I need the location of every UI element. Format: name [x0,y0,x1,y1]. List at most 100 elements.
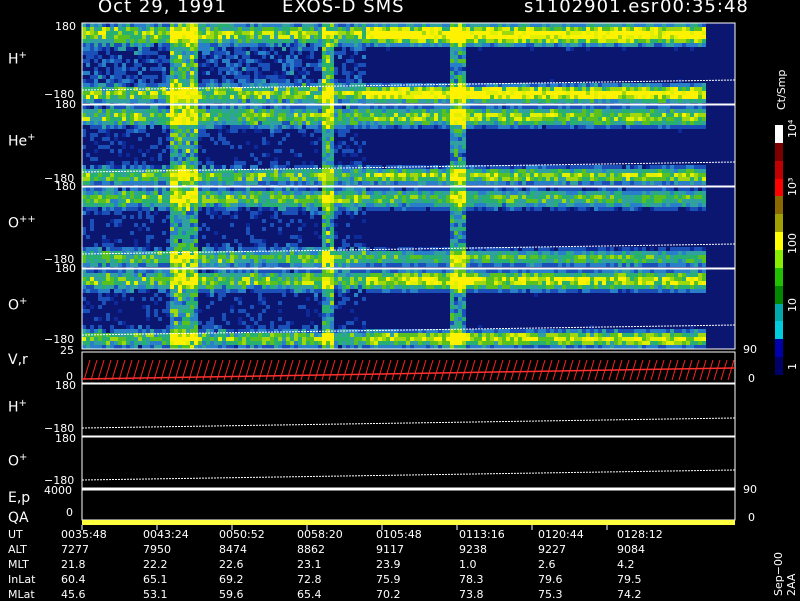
spectrogram-cell [458,55,462,59]
spectrogram-cell [326,125,330,129]
spectrogram-cell [82,259,86,263]
spectrogram-cell [226,105,230,109]
spectrogram-cell [154,181,158,185]
spectrogram-cell [462,43,466,47]
spectrogram-cell [186,219,190,223]
spectrogram-cell [494,113,498,117]
spectrogram-cell [138,99,142,103]
spectrogram-cell [142,59,146,63]
spectrogram-cell [566,181,570,185]
spectrogram-cell [150,43,154,47]
spectrogram-cell [462,47,466,51]
spectrogram-cell [514,43,518,47]
spectrogram-cell [402,121,406,125]
spectrogram-cell [418,27,422,31]
spectrogram-cell [454,71,458,75]
spectrogram-cell [614,39,618,43]
spectrogram-cell [478,47,482,51]
spectrogram-cell [594,39,598,43]
spectrogram-cell [622,181,626,185]
spectrogram-cell [366,31,370,35]
spectrogram-cell [298,71,302,75]
spectrogram-cell [94,181,98,185]
spectrogram-cell [578,23,582,27]
spectrogram-cell [446,117,450,121]
spectrogram-cell [82,133,86,137]
spectrogram-cell [130,27,134,31]
spectrogram-cell [314,95,318,99]
spectrogram-cell [194,169,198,173]
spectrogram-cell [242,109,246,113]
spectrogram-cell [194,219,198,223]
spectrogram-cell [490,117,494,121]
spectrogram-cell [306,27,310,31]
spectrogram-cell [470,173,474,177]
spectrogram-cell [662,23,666,27]
spectrogram-cell [694,113,698,117]
spectrogram-cell [162,187,166,191]
spectrogram-cell [482,35,486,39]
spectrogram-cell [554,27,558,31]
spectrogram-cell [574,105,578,109]
spectrogram-cell [106,95,110,99]
spectrogram-cell [326,47,330,51]
spectrogram-cell [282,43,286,47]
spectrogram-cell [178,243,182,247]
spectrogram-cell [242,177,246,181]
spectrogram-cell [382,91,386,95]
spectrogram-cell [674,177,678,181]
spectrogram-cell [106,91,110,95]
spectrogram-cell [682,117,686,121]
spectrogram-cell [258,247,262,251]
spectrogram-cell [594,95,598,99]
spectrogram-cell [446,109,450,113]
spectrogram-cell [330,173,334,177]
spectrogram-cell [298,47,302,51]
spectrogram-cell [590,43,594,47]
spectrogram-cell [538,181,542,185]
spectrogram-cell [314,113,318,117]
spectrogram-cell [638,87,642,91]
spectrogram-cell [206,227,210,231]
spectrogram-cell [690,39,694,43]
spectrogram-cell [170,181,174,185]
spectrogram-cell [178,137,182,141]
spectrogram-cell [238,207,242,211]
spectrogram-cell [134,259,138,263]
spectrogram-cell [302,181,306,185]
spectrogram-cell [230,67,234,71]
spectrogram-cell [466,31,470,35]
spectrogram-cell [110,191,114,195]
spectrogram-cell [262,173,266,177]
spectrogram-cell [450,177,454,181]
spectrogram-cell [182,239,186,243]
spectrogram-cell [450,165,454,169]
spectrogram-cell [418,99,422,103]
spectrogram-cell [250,239,254,243]
spectrogram-cell [658,181,662,185]
spectrogram-cell [550,87,554,91]
spectrogram-cell [678,181,682,185]
spectrogram-cell [690,43,694,47]
spectrogram-cell [662,177,666,181]
spectrogram-cell [638,169,642,173]
spectrogram-cell [346,95,350,99]
spectrogram-cell [506,181,510,185]
spectrogram-cell [122,105,126,109]
spectrogram-cell [242,99,246,103]
spectrogram-cell [102,177,106,181]
spectrogram-cell [350,83,354,87]
spectrogram-cell [182,231,186,235]
spectrogram-cell [210,165,214,169]
spectrogram-cell [630,91,634,95]
spectrogram-cell [326,51,330,55]
spectrogram-cell [114,59,118,63]
spectrogram-cell [322,117,326,121]
spectrogram-cell [162,59,166,63]
spectrogram-cell [194,255,198,259]
spectrogram-cell [498,27,502,31]
spectrogram-cell [202,87,206,91]
spectrogram-cell [326,121,330,125]
spectrogram-cell [106,211,110,215]
spectrogram-cell [158,157,162,161]
